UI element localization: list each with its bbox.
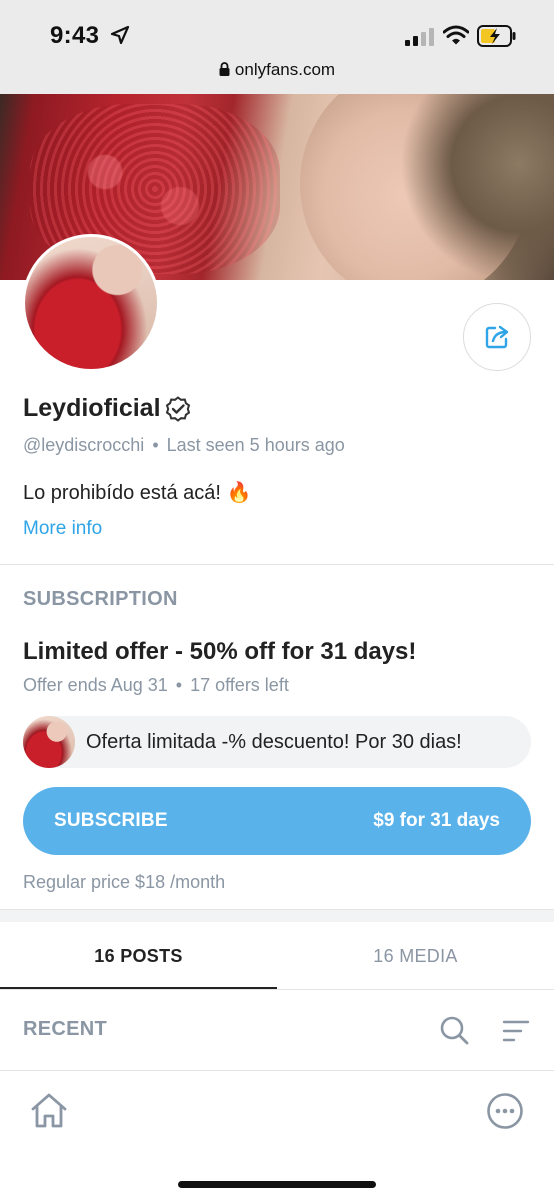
profile-handle: @leydiscrocchi [23,435,145,455]
search-icon[interactable] [438,1014,470,1046]
tab-media[interactable]: 16 MEDIA [277,922,554,990]
subscription-heading: SUBSCRIPTION [23,588,178,610]
profile-bio: Lo prohibído está acá! 🔥 [23,482,252,504]
subscribe-button[interactable]: SUBSCRIBE $9 for 31 days [23,787,531,855]
browser-top-bar: 9:43 onlyfans.com [0,0,554,94]
separator-dot: • [152,435,159,455]
wifi-icon [443,25,469,45]
bottom-navigation [0,1072,554,1200]
offer-title: Limited offer - 50% off for 31 days! [23,638,417,665]
profile-meta: @leydiscrocchi • Last seen 5 hours ago [23,435,345,456]
verified-badge-icon [165,395,190,422]
subscribe-price: $9 for 31 days [373,810,500,831]
offer-ends: Offer ends Aug 31 [23,675,168,695]
home-icon[interactable] [28,1090,70,1132]
more-options-icon[interactable] [486,1092,524,1130]
sort-label: RECENT [23,1018,108,1040]
section-divider [0,1070,554,1071]
subscribe-label: SUBSCRIBE [54,810,168,831]
share-button[interactable] [463,303,531,371]
feed-controls: RECENT [0,990,554,1070]
section-gap [0,910,554,922]
regular-price: Regular price $18 /month [23,872,226,892]
promo-message: Oferta limitada -% descuento! Por 30 dia… [23,716,531,768]
url-text: onlyfans.com [234,60,336,79]
location-arrow-icon [110,25,130,45]
home-indicator [178,1181,376,1188]
more-info-link[interactable]: More info [23,518,102,540]
status-time: 9:43 [50,22,100,49]
profile-display-name: Leydioficial [23,394,161,422]
url-bar[interactable]: onlyfans.com [0,60,554,80]
lock-icon [219,62,230,76]
profile-avatar[interactable] [22,234,160,372]
last-seen: Last seen 5 hours ago [166,435,345,455]
promo-message-text: Oferta limitada -% descuento! Por 30 dia… [86,730,462,753]
signal-icon [405,28,434,46]
share-icon [485,325,509,349]
offers-left: 17 offers left [190,675,289,695]
offer-meta: Offer ends Aug 31 • 17 offers left [23,675,289,696]
section-divider [0,564,554,565]
promo-avatar [23,716,75,768]
tab-posts[interactable]: 16 POSTS [0,922,277,990]
profile-tabs: 16 POSTS 16 MEDIA [0,922,554,990]
separator-dot: • [175,675,183,695]
profile-name-row: Leydioficial [23,394,191,423]
sort-icon[interactable] [500,1017,532,1045]
battery-charging-icon [477,25,516,47]
